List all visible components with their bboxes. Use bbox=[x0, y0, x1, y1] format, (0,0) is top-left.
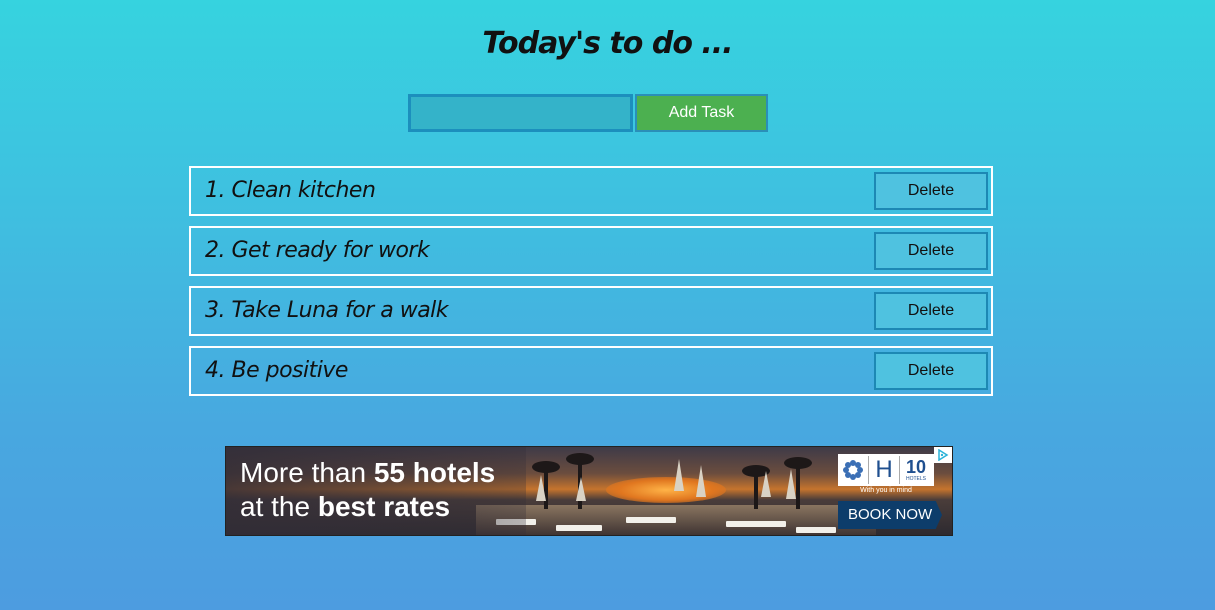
task-item: 4. Be positive Delete bbox=[189, 346, 993, 396]
hotel-ad-banner[interactable]: More than 55 hotels at the best rates H … bbox=[225, 446, 953, 536]
task-text: 4. Be positive bbox=[205, 358, 348, 383]
delete-button[interactable]: Delete bbox=[874, 232, 988, 270]
parasol-icon bbox=[674, 459, 684, 491]
h10-hotels-logo: H 10 HOTELS bbox=[838, 454, 934, 486]
ad-tagline: With you in mind bbox=[860, 487, 912, 494]
delete-button[interactable]: Delete bbox=[874, 352, 988, 390]
task-list: 1. Clean kitchen Delete 2. Get ready for… bbox=[189, 166, 993, 406]
task-item: 3. Take Luna for a walk Delete bbox=[189, 286, 993, 336]
ad-sunset-image bbox=[606, 477, 726, 503]
lounger-icon bbox=[556, 525, 602, 531]
palm-tree-icon bbox=[784, 457, 812, 509]
task-text: 2. Get ready for work bbox=[205, 238, 430, 263]
delete-button[interactable]: Delete bbox=[874, 292, 988, 330]
task-text: 3. Take Luna for a walk bbox=[205, 298, 449, 323]
lounger-icon bbox=[726, 521, 786, 527]
delete-button[interactable]: Delete bbox=[874, 172, 988, 210]
task-text: 1. Clean kitchen bbox=[205, 178, 376, 203]
ad-headline-line2: at the best rates bbox=[240, 491, 451, 522]
add-task-button[interactable]: Add Task bbox=[635, 94, 768, 132]
add-task-form: Add Task bbox=[408, 94, 768, 132]
flower-logo-icon bbox=[838, 455, 868, 485]
page-title: Today's to do ... bbox=[482, 26, 733, 61]
task-input[interactable] bbox=[408, 94, 633, 132]
lounger-icon bbox=[796, 527, 836, 533]
palm-tree-icon bbox=[532, 461, 560, 509]
task-item: 1. Clean kitchen Delete bbox=[189, 166, 993, 216]
book-now-button[interactable]: BOOK NOW bbox=[838, 501, 942, 529]
palm-tree-icon bbox=[742, 465, 770, 509]
task-item: 2. Get ready for work Delete bbox=[189, 226, 993, 276]
ad-headline-line1: More than 55 hotels bbox=[240, 457, 496, 488]
logo-h: H bbox=[868, 456, 900, 484]
lounger-icon bbox=[626, 517, 676, 523]
parasol-icon bbox=[786, 469, 796, 499]
logo-10: 10 HOTELS bbox=[905, 457, 927, 482]
adchoices-icon[interactable] bbox=[934, 447, 952, 463]
